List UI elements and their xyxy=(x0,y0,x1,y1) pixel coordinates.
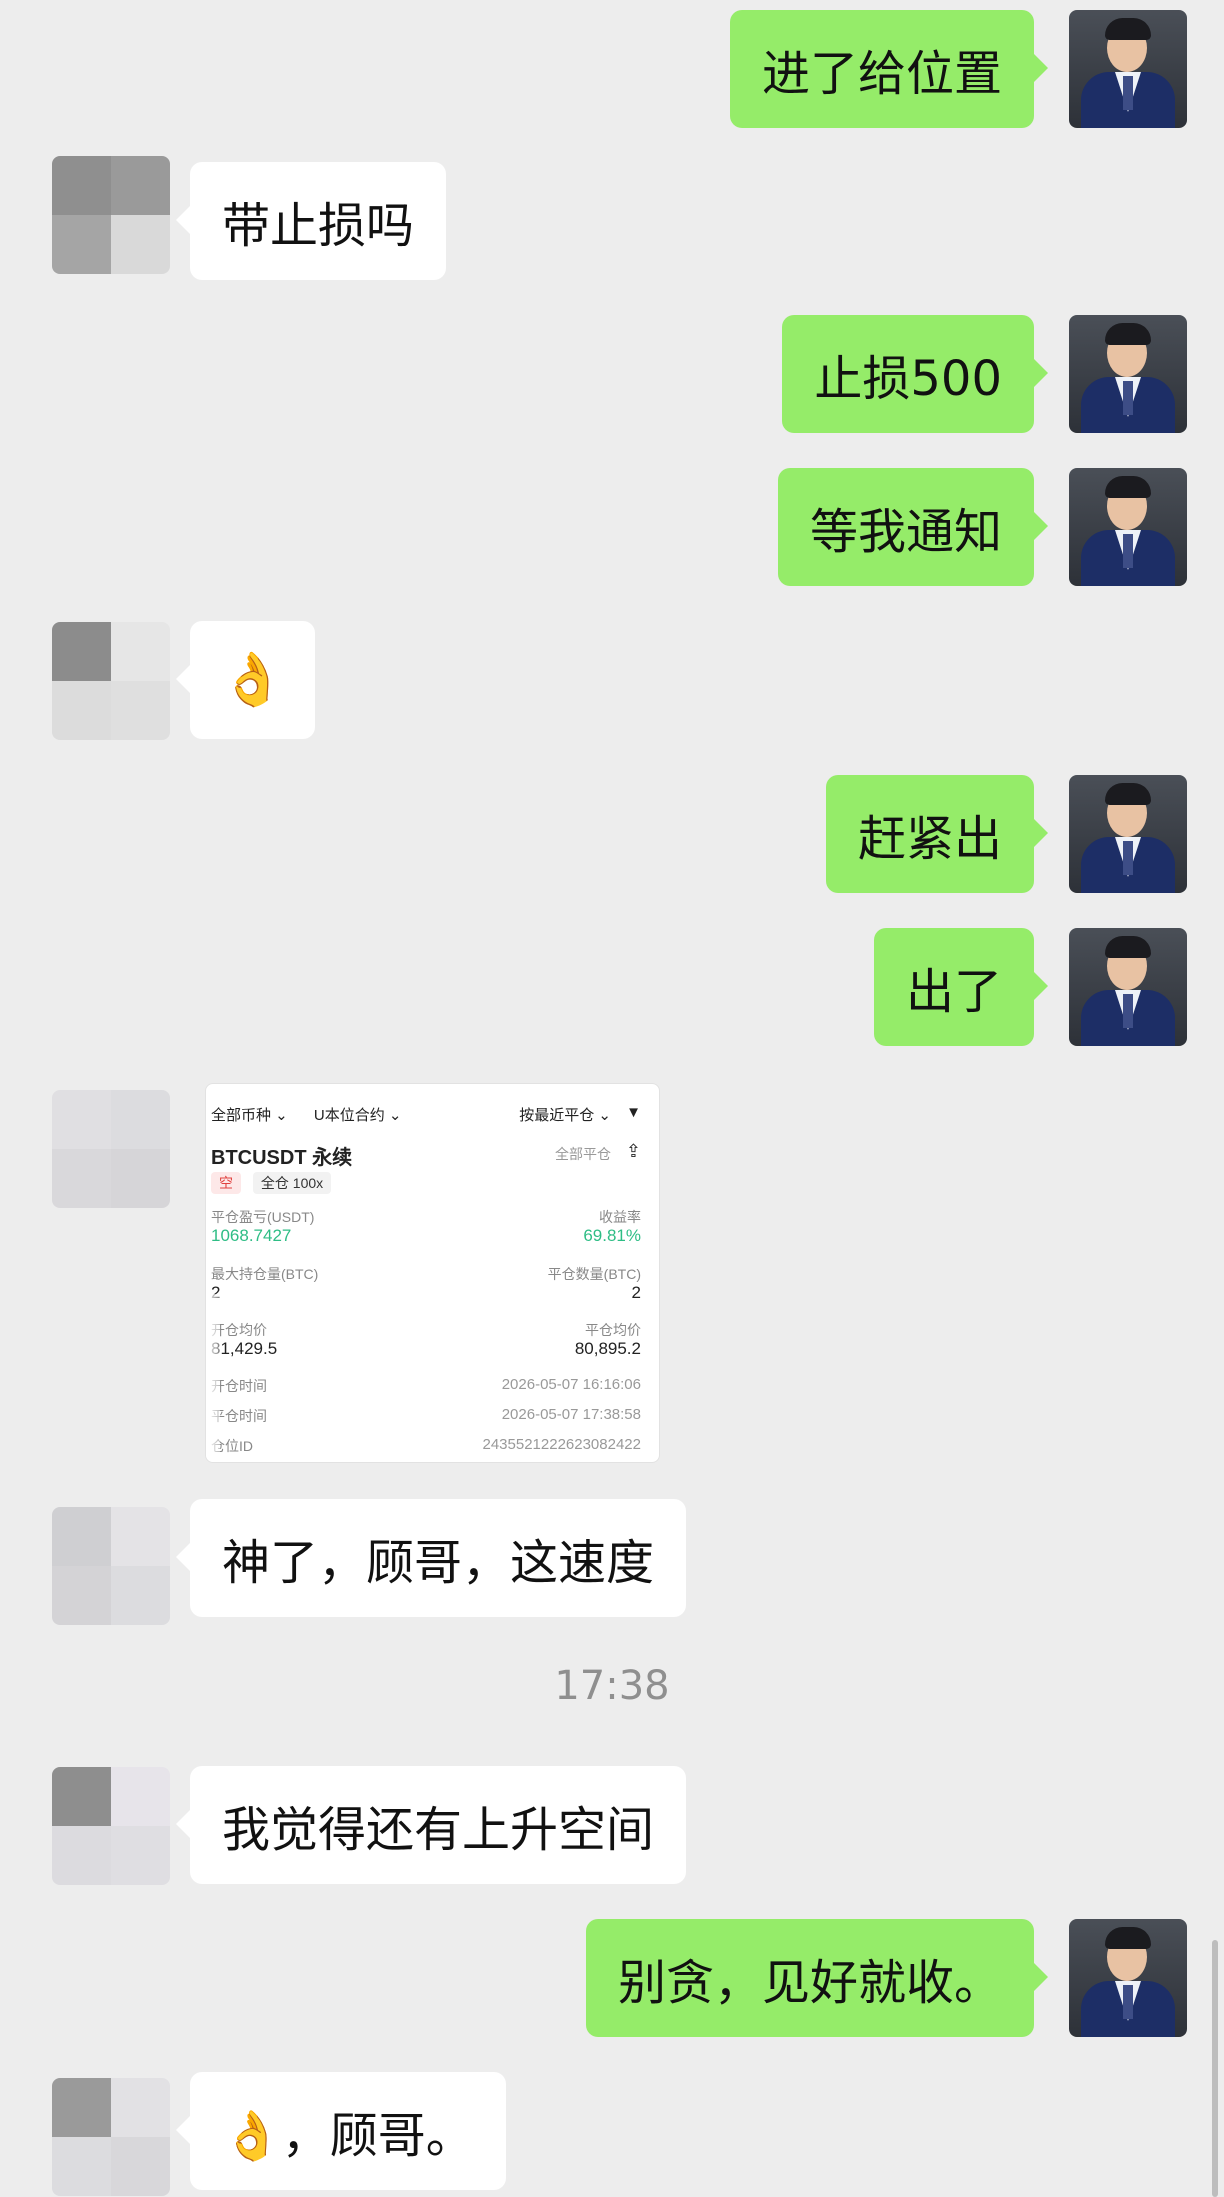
close-avg-label: 平仓均价 xyxy=(585,1322,641,1338)
contact-avatar[interactable] xyxy=(52,1767,170,1885)
outgoing-message-bubble[interactable]: 止损500 xyxy=(782,315,1048,433)
trade-screenshot-image[interactable]: 全部币种 ⌄ U本位合约 ⌄ 按最近平仓 ⌄ ▼ BTCUSDT 永续 全部平仓… xyxy=(205,1083,660,1463)
own-avatar[interactable] xyxy=(1069,775,1187,893)
contact-avatar[interactable] xyxy=(52,622,170,740)
trading-pair: BTCUSDT 永续 xyxy=(211,1147,353,1169)
pnl-value: 1068.7427 xyxy=(211,1226,292,1245)
message-text: 带止损吗 xyxy=(222,198,415,254)
roi-value: 69.81% xyxy=(583,1226,641,1245)
close-quantity-value: 2 xyxy=(631,1283,641,1302)
open-avg-value: 81,429.5 xyxy=(211,1339,278,1358)
contact-avatar[interactable] xyxy=(52,156,170,274)
chat-timestamp: 17:38 xyxy=(554,1663,670,1709)
incoming-message-bubble[interactable]: 我觉得还有上升空间 xyxy=(175,1766,687,1884)
own-avatar[interactable] xyxy=(1069,315,1187,433)
outgoing-message-bubble[interactable]: 别贪，见好就收。 xyxy=(585,1919,1049,2037)
incoming-message-bubble[interactable]: 带止损吗 xyxy=(175,162,447,280)
close-avg-value: 80,895.2 xyxy=(574,1339,641,1358)
message-text: 神了，顾哥，这速度 xyxy=(222,1535,655,1591)
incoming-message-bubble[interactable]: 👌，顾哥。 xyxy=(176,2072,506,2190)
incoming-message-bubble[interactable]: 神了，顾哥，这速度 xyxy=(175,1499,687,1617)
outgoing-message-bubble[interactable]: 赶紧出 xyxy=(825,775,1049,893)
position-id-value: 2435521222623082422 xyxy=(482,1436,641,1453)
outgoing-message-bubble[interactable]: 出了 xyxy=(873,928,1049,1046)
contact-avatar[interactable] xyxy=(52,1090,170,1208)
sort-dropdown: 按最近平仓 ⌄ xyxy=(519,1107,611,1124)
message-text: 出了 xyxy=(905,964,1002,1020)
chat-message-row: 别贪，见好就收。 xyxy=(0,0,1224,2037)
close-quantity-label: 平仓数量(BTC) xyxy=(547,1266,641,1282)
pnl-label: 平仓盈亏(USDT) xyxy=(211,1209,315,1225)
message-text: 等我通知 xyxy=(809,504,1002,560)
message-text: 我觉得还有上升空间 xyxy=(222,1802,655,1858)
image-edge-fade xyxy=(206,1294,220,1462)
message-text: 别贪，见好就收。 xyxy=(617,1955,1002,2011)
filter-funnel-icon: ▼ xyxy=(626,1104,641,1121)
outgoing-message-bubble[interactable]: 等我通知 xyxy=(777,468,1049,586)
message-text: 👌，顾哥。 xyxy=(222,2108,474,2164)
share-icon: ⇪ xyxy=(625,1141,641,1161)
chat-scrollbar[interactable] xyxy=(1212,1940,1218,2197)
open-time-value: 2026-05-07 16:16:06 xyxy=(501,1376,641,1393)
short-tag: 空 xyxy=(211,1172,241,1194)
own-avatar[interactable] xyxy=(1069,928,1187,1046)
filter-bar: 全部币种 ⌄ U本位合约 ⌄ 按最近平仓 ⌄ ▼ xyxy=(211,1104,641,1125)
ok-hand-emoji: 👌 xyxy=(220,650,285,710)
roi-label: 收益率 xyxy=(599,1209,641,1225)
message-text: 赶紧出 xyxy=(857,811,1002,867)
message-text: 止损500 xyxy=(814,351,1002,407)
contact-avatar[interactable] xyxy=(52,1507,170,1625)
close-all-label: 全部平仓 xyxy=(555,1146,611,1162)
own-avatar[interactable] xyxy=(1069,1919,1187,2037)
max-position-label: 最大持仓量(BTC) xyxy=(211,1266,319,1282)
position-tags: 空 全仓 100x xyxy=(211,1172,332,1194)
filter-all-coins: 全部币种 ⌄ xyxy=(211,1107,288,1124)
incoming-message-bubble[interactable]: 👌 xyxy=(176,621,315,739)
close-time-value: 2026-05-07 17:38:58 xyxy=(501,1406,641,1423)
own-avatar[interactable] xyxy=(1069,468,1187,586)
contact-avatar[interactable] xyxy=(52,2078,170,2196)
filter-contract-type: U本位合约 ⌄ xyxy=(313,1107,402,1124)
margin-mode-tag: 全仓 100x xyxy=(252,1172,332,1194)
